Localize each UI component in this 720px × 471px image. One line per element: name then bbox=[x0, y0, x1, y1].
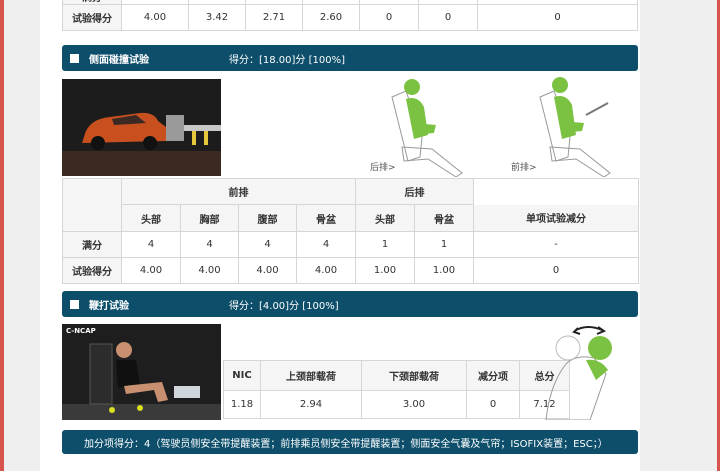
table-row: 试验得分 4.00 3.42 2.71 2.60 0 0 0 bbox=[62, 4, 638, 31]
whiplash-head-diagram bbox=[545, 326, 612, 420]
table-row: 1.18 2.94 3.00 0 7.12 bbox=[223, 390, 570, 419]
column-header: 胸部 bbox=[180, 204, 239, 232]
table-cell: 0 bbox=[466, 390, 520, 419]
table-row: 试验得分 4.00 4.00 4.00 4.00 1.00 1.00 0 bbox=[62, 257, 639, 284]
row-label: 满分 bbox=[62, 231, 122, 258]
frontal-score-table: 满分 试验得分 4.00 3.42 2.71 2.60 0 0 0 bbox=[62, 0, 638, 31]
whiplash-header: 鞭打试验 得分：[4.00]分 [100%] bbox=[62, 291, 638, 317]
column-header: NIC bbox=[223, 360, 261, 391]
side-impact-table: 前排 后排 头部 胸部 腹部 骨盆 头部 骨盆 单项试验减分 满分 4 4 4 … bbox=[62, 178, 639, 284]
column-header: 减分项 bbox=[466, 360, 520, 391]
table-cell: 0 bbox=[359, 4, 419, 31]
report-content: 满分 试验得分 4.00 3.42 2.71 2.60 0 0 0 侧面碰撞试验… bbox=[40, 0, 640, 471]
table-cell: 3.00 bbox=[361, 390, 467, 419]
table-cell: 1.00 bbox=[414, 257, 474, 284]
table-cell: 4 bbox=[238, 231, 297, 258]
whiplash-table: NIC 上颈部载荷 下颈部载荷 减分项 总分 1.18 2.94 3.00 0 … bbox=[223, 360, 570, 419]
column-header: 头部 bbox=[121, 204, 181, 232]
rear-seat-link[interactable]: 后排> bbox=[370, 160, 396, 173]
table-cell: 2.94 bbox=[260, 390, 362, 419]
section-score: 得分：[4.00]分 [100%] bbox=[229, 300, 339, 312]
table-row: 前排 后排 bbox=[62, 178, 639, 232]
table-cell: 1 bbox=[414, 231, 474, 258]
table-cell: 4 bbox=[296, 231, 356, 258]
side-impact-photo bbox=[62, 79, 221, 176]
cncap-logo: C-NCAP bbox=[66, 327, 96, 335]
section-score: 得分：[18.00]分 [100%] bbox=[229, 54, 346, 66]
section-square-icon bbox=[70, 299, 79, 309]
table-cell: 4.00 bbox=[296, 257, 356, 284]
column-header: 单项试验减分 bbox=[473, 204, 639, 232]
table-cell: 4 bbox=[121, 231, 181, 258]
section-title: 侧面碰撞试验 bbox=[89, 54, 149, 66]
bonus-score-bar: 加分项得分：4（驾驶员侧安全带提醒装置；前排乘员侧安全带提醒装置；侧面安全气囊及… bbox=[62, 430, 638, 454]
table-cell: 4.00 bbox=[121, 4, 189, 31]
group-header: 前排 bbox=[121, 178, 356, 205]
table-cell: 0 bbox=[473, 257, 639, 284]
row-label: 试验得分 bbox=[62, 257, 122, 284]
table-corner bbox=[62, 178, 122, 232]
table-cell: 4 bbox=[180, 231, 239, 258]
table-row: NIC 上颈部载荷 下颈部载荷 减分项 总分 bbox=[223, 360, 570, 391]
table-cell: 1 bbox=[355, 231, 415, 258]
table-row: 满分 4 4 4 4 1 1 - bbox=[62, 231, 639, 258]
table-cell: 1.00 bbox=[355, 257, 415, 284]
row-label: 试验得分 bbox=[62, 4, 122, 31]
table-cell: 2.60 bbox=[302, 4, 360, 31]
right-gutter bbox=[639, 0, 717, 471]
table-row: 头部 胸部 腹部 骨盆 头部 骨盆 单项试验减分 bbox=[63, 204, 639, 232]
group-header: 后排 bbox=[355, 178, 474, 205]
section-square-icon bbox=[70, 53, 79, 63]
column-header: 下颈部载荷 bbox=[361, 360, 467, 391]
column-header: 骨盆 bbox=[296, 204, 356, 232]
side-impact-header: 侧面碰撞试验 得分：[18.00]分 [100%] bbox=[62, 45, 638, 71]
table-cell: 3.42 bbox=[188, 4, 246, 31]
table-cell: - bbox=[473, 231, 639, 258]
column-header: 上颈部载荷 bbox=[260, 360, 362, 391]
table-cell: 1.18 bbox=[223, 390, 261, 419]
column-header: 腹部 bbox=[238, 204, 297, 232]
left-gutter bbox=[4, 0, 40, 471]
section-title: 鞭打试验 bbox=[89, 300, 129, 312]
column-header: 头部 bbox=[355, 204, 415, 232]
table-cell: 4.00 bbox=[238, 257, 297, 284]
table-cell: 0 bbox=[477, 4, 638, 31]
table-cell: 2.71 bbox=[245, 4, 303, 31]
table-cell: 4.00 bbox=[121, 257, 181, 284]
whiplash-photo: C-NCAP bbox=[62, 324, 221, 420]
table-cell: 0 bbox=[418, 4, 478, 31]
column-header: 骨盆 bbox=[414, 204, 474, 232]
table-cell bbox=[473, 178, 639, 205]
bonus-score-text: 加分项得分：4（驾驶员侧安全带提醒装置；前排乘员侧安全带提醒装置；侧面安全气囊及… bbox=[84, 438, 608, 450]
front-seat-link[interactable]: 前排> bbox=[511, 160, 537, 173]
table-cell: 4.00 bbox=[180, 257, 239, 284]
